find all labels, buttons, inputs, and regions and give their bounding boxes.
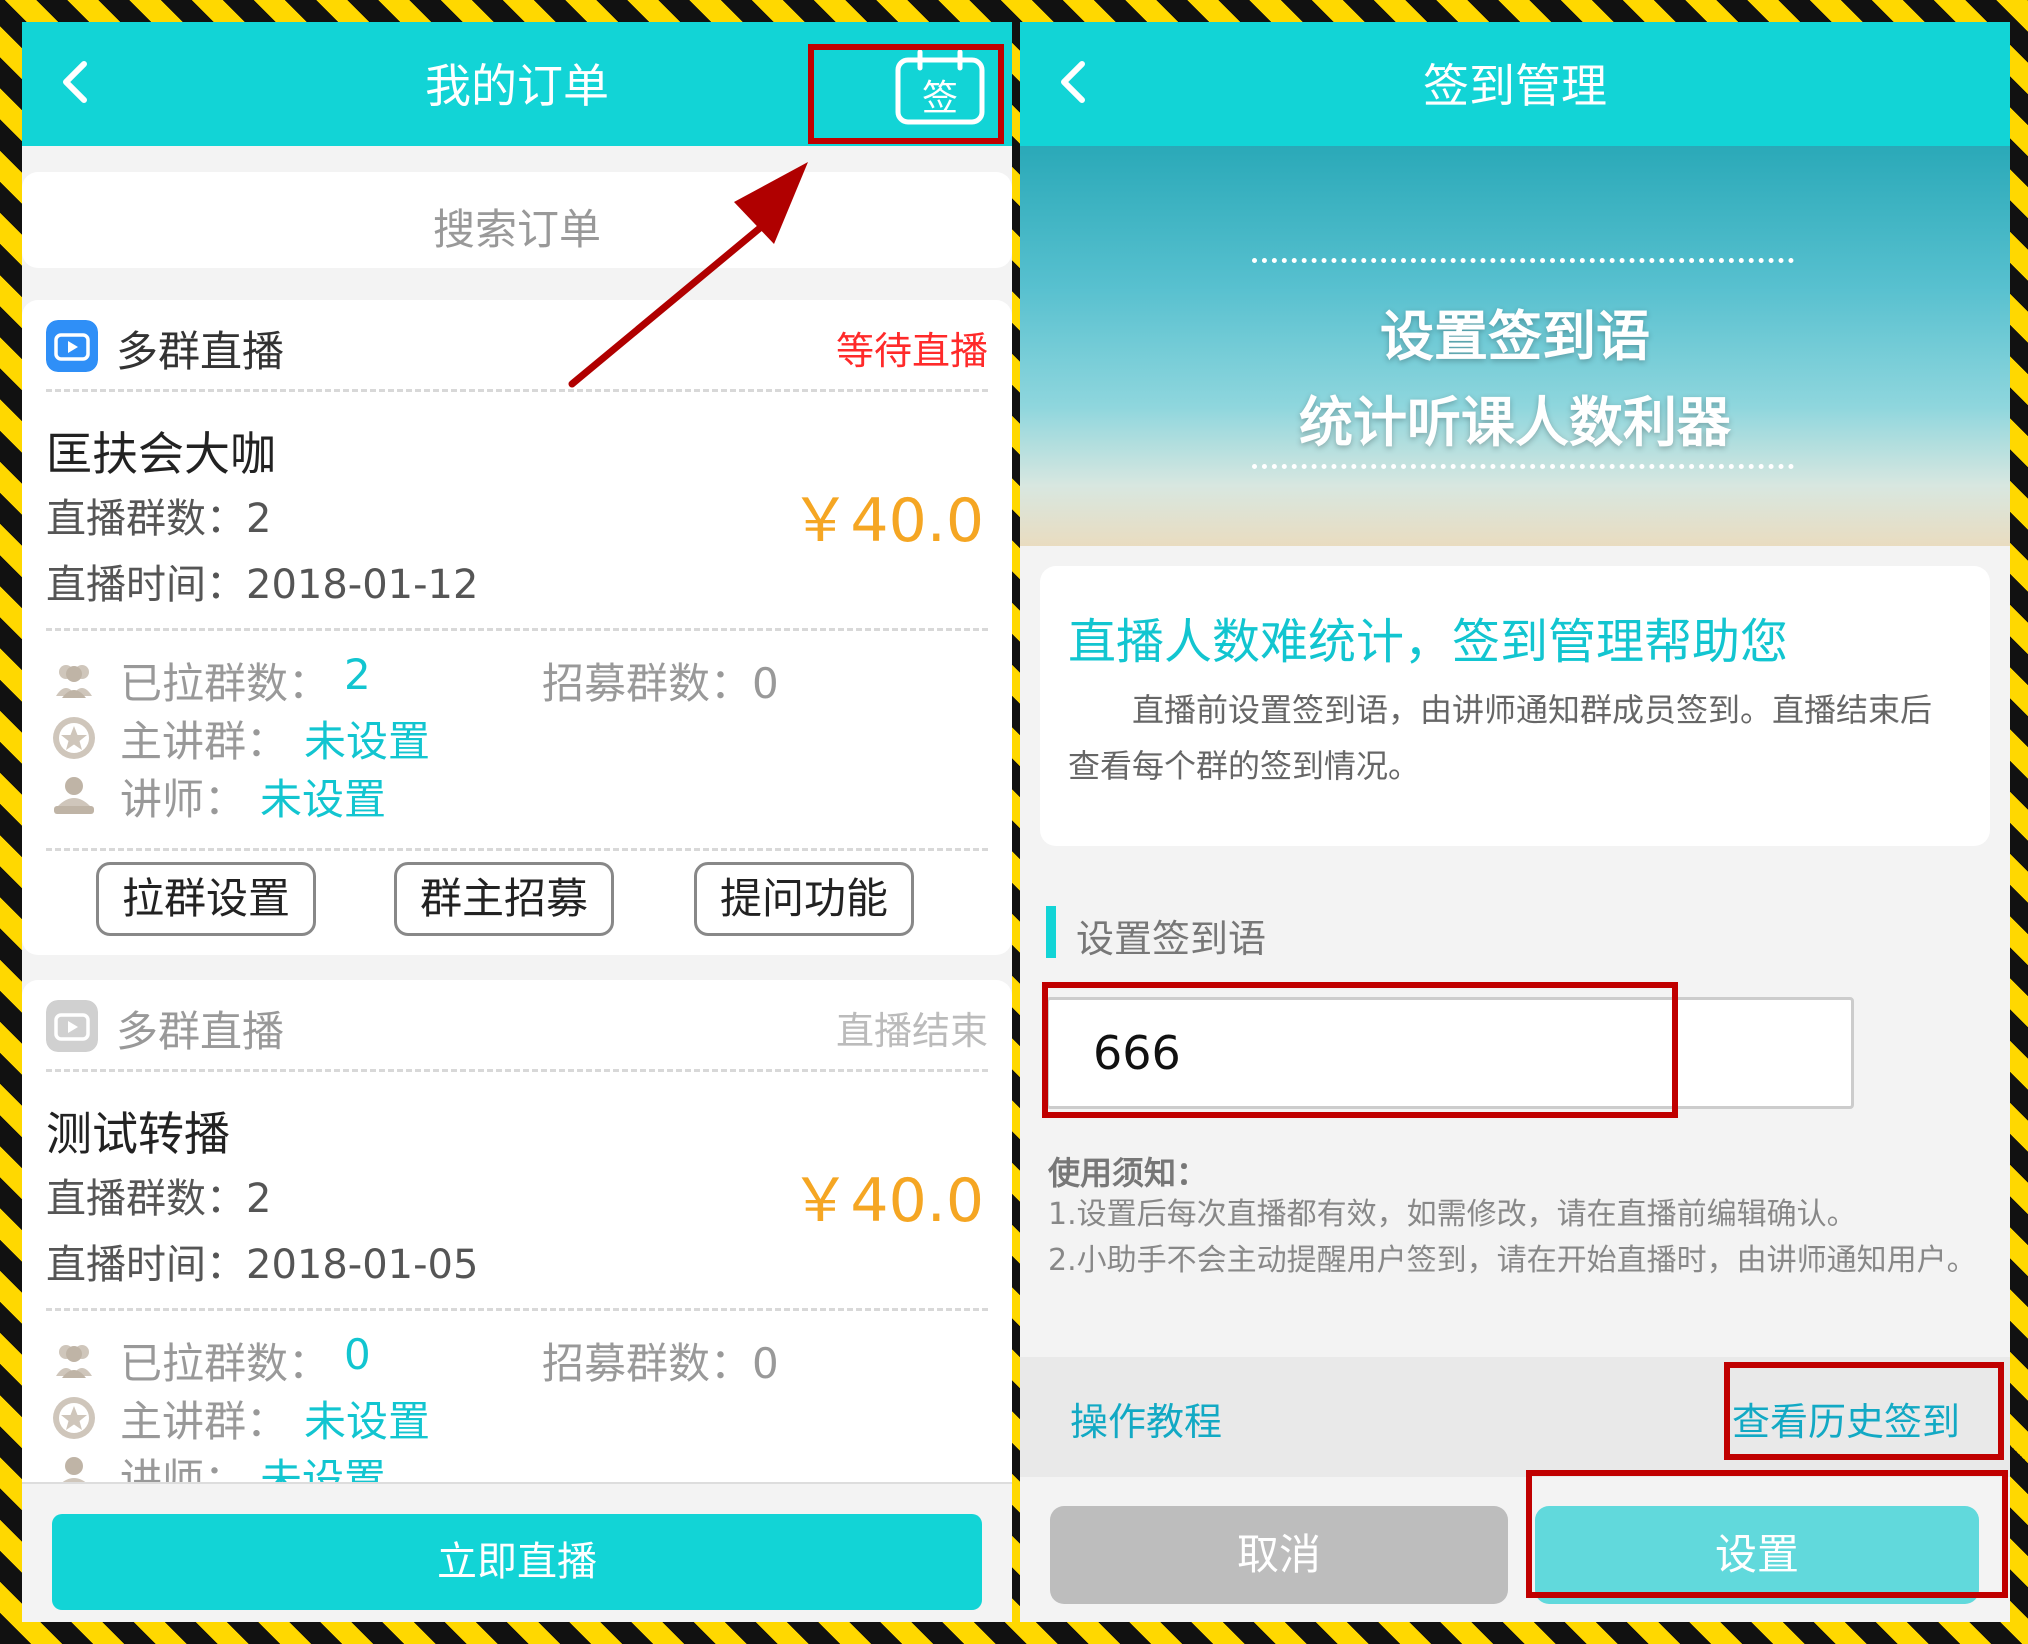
star-badge-icon xyxy=(53,1397,95,1439)
group-count: 直播群数：2 xyxy=(46,1176,272,1222)
tutorial-link[interactable]: 操作教程 xyxy=(1070,1391,1222,1446)
lecturer-value[interactable]: 未设置 xyxy=(260,766,386,827)
star-badge-icon xyxy=(53,717,95,759)
pulled-groups-value: 0 xyxy=(344,1330,371,1379)
live-time: 直播时间：2018-01-12 xyxy=(46,562,479,608)
annotation-highlight-set xyxy=(1526,1470,2008,1598)
owner-recruit-button[interactable]: 群主招募 xyxy=(394,862,614,936)
order-card-header: 多群直播 直播结束 xyxy=(46,980,988,1072)
notice-title: 使用须知： xyxy=(1048,1154,1209,1192)
annotation-arrow xyxy=(568,162,808,388)
promo-banner: 设置签到语 统计听课人数利器 xyxy=(1020,146,2010,546)
annotation-highlight-history xyxy=(1724,1362,2004,1460)
notice-line-2: 2.小助手不会主动提醒用户签到，请在开始直播时，由讲师通知用户。 xyxy=(1048,1243,1977,1278)
annotation-highlight-input xyxy=(1042,982,1678,1118)
main-group-value[interactable]: 未设置 xyxy=(304,708,430,769)
divider xyxy=(46,848,988,851)
order-status: 直播结束 xyxy=(835,1009,988,1053)
group-count: 直播群数：2 xyxy=(46,496,272,542)
page-title: 签到管理 xyxy=(1423,59,1607,113)
pulled-groups-label: 已拉群数： xyxy=(120,659,331,708)
live-time: 直播时间：2018-01-05 xyxy=(46,1242,479,1288)
order-title: 测试转播 xyxy=(46,1107,230,1161)
recruit-groups: 招募群数：0 xyxy=(542,1339,779,1388)
order-card[interactable]: 多群直播 直播结束 测试转播 直播群数：2 直播时间：2018-01-05 ￥4… xyxy=(22,980,1012,1504)
order-price: ￥40.0 xyxy=(790,486,984,556)
banner-line-2: 统计听课人数利器 xyxy=(1299,391,1731,454)
group-settings-button[interactable]: 拉群设置 xyxy=(96,862,316,936)
group-members-icon xyxy=(56,665,92,698)
main-group-value[interactable]: 未设置 xyxy=(304,1388,430,1449)
banner-dotted-line xyxy=(1252,464,1794,469)
order-price: ￥40.0 xyxy=(790,1166,984,1236)
main-group-label: 主讲群： xyxy=(120,717,289,766)
section-label: 设置签到语 xyxy=(1076,917,1267,961)
live-tv-icon xyxy=(46,1000,98,1052)
orders-screen: 我的订单 签 搜索订单 多群直播 等待直播 匡扶会大咖 直播群数：2 直播时间：… xyxy=(22,22,1012,1622)
info-body: 直播前设置签到语，由讲师通知群成员签到。直播结束后查看每个群的签到情况。 xyxy=(1068,691,1933,785)
recruit-groups: 招募群数：0 xyxy=(542,659,779,708)
go-live-button[interactable]: 立即直播 xyxy=(52,1514,982,1610)
header-bar: 签到管理 xyxy=(1020,22,2010,146)
info-heading: 直播人数难统计，签到管理帮助您 xyxy=(1068,614,1789,670)
order-type: 多群直播 xyxy=(116,1007,285,1056)
order-title: 匡扶会大咖 xyxy=(46,427,276,481)
group-members-icon xyxy=(56,1345,92,1378)
section-accent-bar xyxy=(1046,906,1056,958)
banner-dotted-line xyxy=(1252,258,1794,263)
lecturer-label: 讲师： xyxy=(120,775,247,824)
divider xyxy=(46,628,988,631)
banner-line-1: 设置签到语 xyxy=(1380,305,1650,368)
cancel-button[interactable]: 取消 xyxy=(1050,1506,1508,1604)
bottom-bar: 立即直播 xyxy=(22,1482,1012,1622)
pulled-groups-label: 已拉群数： xyxy=(120,1339,331,1388)
notice-line-1: 1.设置后每次直播都有效，如需修改，请在直播前编辑确认。 xyxy=(1048,1197,1857,1232)
divider xyxy=(46,1308,988,1311)
lecturer-icon xyxy=(54,777,94,814)
main-group-label: 主讲群： xyxy=(120,1397,289,1446)
pulled-groups-value: 2 xyxy=(344,650,371,699)
qa-function-button[interactable]: 提问功能 xyxy=(694,862,914,936)
sign-in-management-screen: 签到管理 设置签到语 统计听课人数利器 直播人数难统计，签到管理帮助您 直播前设… xyxy=(1020,22,2010,1622)
info-card: 直播人数难统计，签到管理帮助您 直播前设置签到语，由讲师通知群成员签到。直播结束… xyxy=(1040,566,1990,846)
